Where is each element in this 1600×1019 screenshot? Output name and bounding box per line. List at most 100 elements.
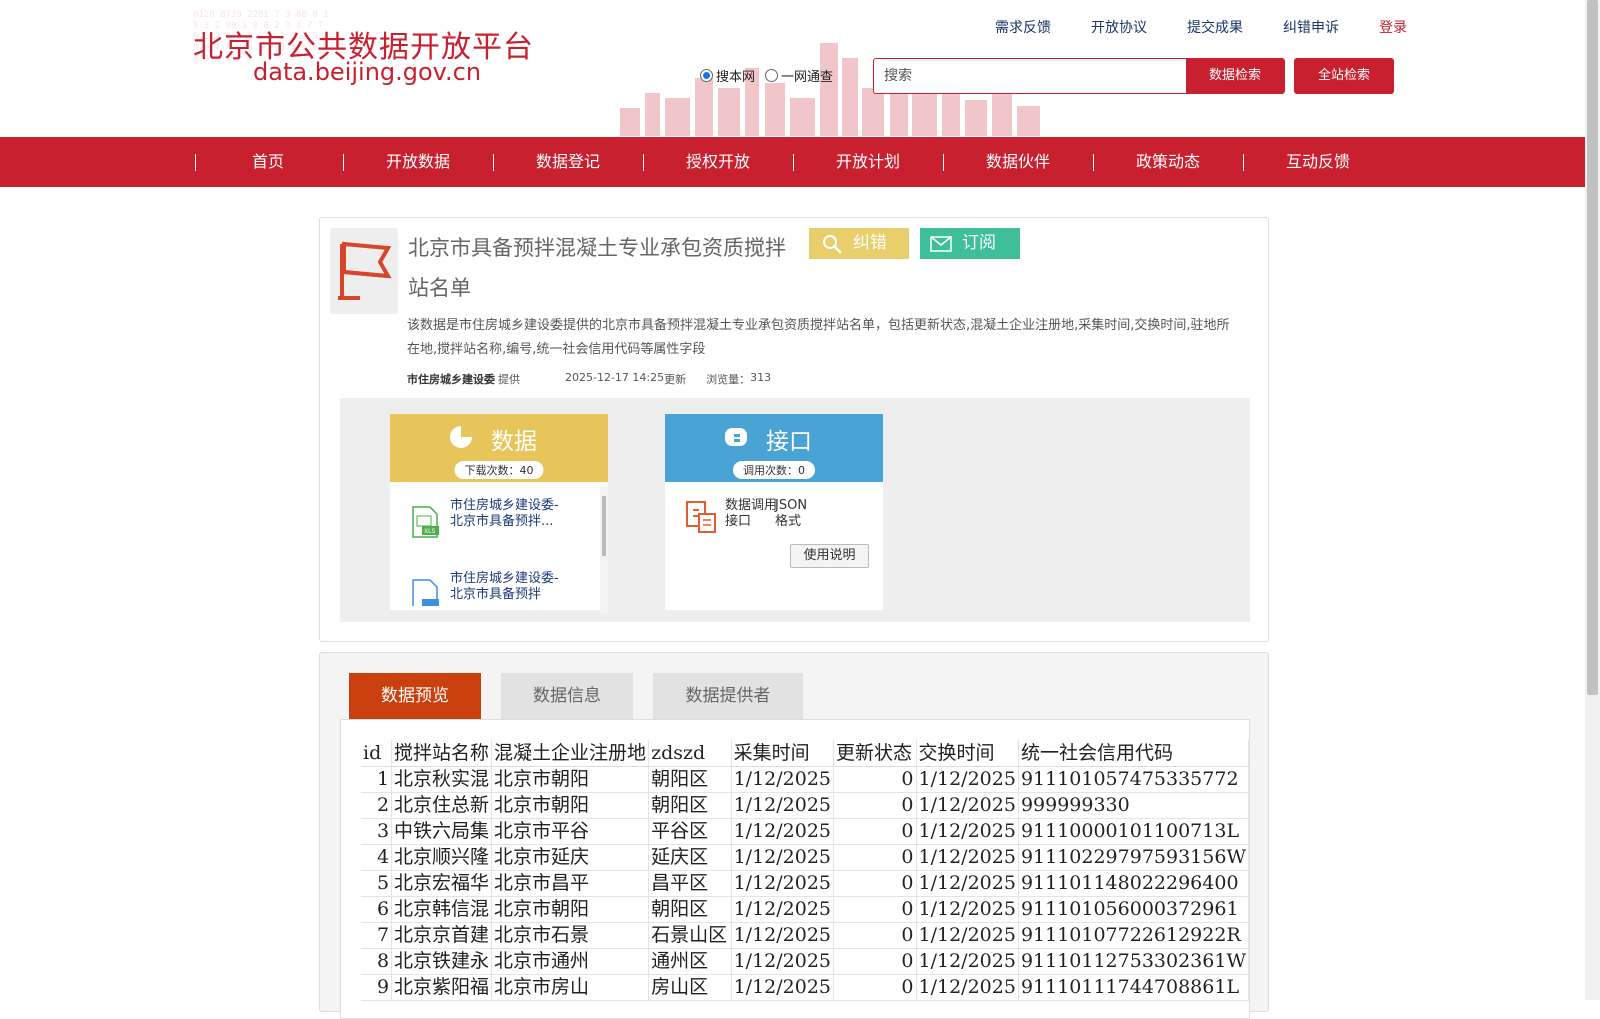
envelope-icon: [930, 236, 952, 252]
table-cell: 1/12/2025: [731, 844, 835, 871]
page-scrollbar[interactable]: [1585, 0, 1600, 1000]
download-count: 下载次数：40: [454, 461, 544, 479]
table-cell: 911101056000372961: [1018, 896, 1250, 923]
radio-one-network[interactable]: [765, 69, 779, 82]
table-cell: 石景山区: [648, 922, 732, 949]
table-cell: 2: [361, 792, 393, 819]
table-cell: 1/12/2025: [731, 922, 835, 949]
nav-data-partners[interactable]: 数据伙伴: [943, 137, 1093, 187]
table-cell: 1/12/2025: [731, 818, 835, 845]
top-link-agreement[interactable]: 开放协议: [1091, 17, 1147, 37]
views-label: 浏览量：: [706, 373, 751, 386]
table-cell: 北京紫阳福: [391, 974, 493, 1001]
top-link-submit-results[interactable]: 提交成果: [1187, 17, 1243, 37]
table-cell: 1/12/2025: [731, 948, 835, 975]
api-name[interactable]: 数据调用接口: [725, 498, 780, 530]
table-row: 2 北京住总新 北京市朝阳 朝阳区 1/12/2025 0 1/12/2025 999999…: [361, 792, 1250, 819]
table-cell: 北京市房山: [491, 974, 650, 1001]
tab-data-preview[interactable]: 数据预览: [349, 673, 481, 719]
table-cell: 0: [833, 870, 917, 897]
nav-policy-news[interactable]: 政策动态: [1093, 137, 1243, 187]
column-header: 统一社会信用代码: [1018, 740, 1250, 767]
provider-name[interactable]: 市住房城乡建设委: [407, 371, 495, 387]
table-cell: 北京市延庆: [491, 844, 650, 871]
page-scrollbar-thumb[interactable]: [1587, 0, 1598, 695]
login-link[interactable]: 登录: [1379, 17, 1407, 37]
usage-instructions-button[interactable]: 使用说明: [790, 544, 869, 568]
table-cell: 北京市平谷: [491, 818, 650, 845]
table-row: 9 北京紫阳福 北京市房山 房山区 1/12/2025 0 1/12/2025 9111011…: [361, 974, 1250, 1001]
table-cell: 0: [833, 844, 917, 871]
table-cell: 北京市石景: [491, 922, 650, 949]
table-cell: 91110107722612922R: [1018, 922, 1250, 949]
site-logo-domain[interactable]: data.beijing.gov.cn: [253, 58, 481, 86]
table-row: 1 北京秋实混 北京市朝阳 朝阳区 1/12/2025 0 1/12/2025 9111010…: [361, 766, 1250, 793]
table-cell: 1/12/2025: [731, 870, 835, 897]
top-link-appeal[interactable]: 纠错申诉: [1283, 17, 1339, 37]
top-link-feedback[interactable]: 需求反馈: [995, 17, 1051, 37]
tab-data-provider[interactable]: 数据提供者: [653, 673, 803, 719]
main-nav: 首页 开放数据 数据登记 授权开放 开放计划 数据伙伴 政策动态 互动反馈: [0, 137, 1585, 187]
table-cell: 9: [361, 974, 393, 1001]
table-cell: 911101148022296400: [1018, 870, 1250, 897]
table-cell: 1/12/2025: [916, 792, 1019, 819]
table-cell: 通州区: [648, 948, 732, 975]
svg-text:XLS: XLS: [424, 528, 435, 535]
table-cell: 北京市朝阳: [491, 792, 650, 819]
global-search-button[interactable]: 全站检索: [1294, 58, 1394, 94]
file-item-pdf[interactable]: 市住房城乡建设委-北京市具备预拌: [410, 571, 580, 606]
report-error-button[interactable]: 纠错: [809, 228, 909, 259]
subscribe-button[interactable]: 订阅: [920, 228, 1020, 259]
table-cell: 91110112753302361W: [1018, 948, 1250, 975]
nav-home[interactable]: 首页: [193, 137, 343, 187]
data-search-button[interactable]: 数据检索: [1186, 59, 1284, 93]
preview-card: 数据预览 数据信息 数据提供者 id 搅拌站名称 混凝土企业注册地 zdszd …: [319, 652, 1269, 1019]
table-cell: 1/12/2025: [916, 766, 1019, 793]
dataset-card: 北京市具备预拌混凝土专业承包资质搅拌站名单 纠错 订阅 该数据是市住房城乡建设委…: [319, 217, 1269, 642]
table-header-row: id 搅拌站名称 混凝土企业注册地 zdszd 采集时间 更新状态 交换时间 统…: [361, 740, 1250, 767]
table-cell: 999999330: [1018, 792, 1250, 819]
table-cell: 1/12/2025: [916, 948, 1019, 975]
nav-authorized-open[interactable]: 授权开放: [643, 137, 793, 187]
table-cell: 北京秋实混: [391, 766, 493, 793]
table-cell: 朝阳区: [648, 792, 732, 819]
table-cell: 1/12/2025: [916, 844, 1019, 871]
table-cell: 91110000101100713L: [1018, 818, 1250, 845]
nav-data-registration[interactable]: 数据登记: [493, 137, 643, 187]
radio-this-site[interactable]: [700, 69, 713, 82]
table-cell: 北京铁建永: [391, 948, 493, 975]
dataset-meta: 市住房城乡建设委 提供 2025-12-17 14:25 更新 浏览量： 313: [407, 371, 771, 387]
nav-interactive-feedback[interactable]: 互动反馈: [1243, 137, 1393, 187]
table-cell: 1/12/2025: [731, 896, 835, 923]
top-links: 需求反馈 开放协议 提交成果 纠错申诉 登录: [995, 17, 1407, 37]
table-cell: 北京市朝阳: [491, 766, 650, 793]
table-cell: 1/12/2025: [916, 922, 1019, 949]
file-link-xls[interactable]: 市住房城乡建设委-北京市具备预拌...: [450, 498, 570, 530]
update-time: 2025-12-17 14:25: [565, 371, 665, 384]
nav-open-data[interactable]: 开放数据: [343, 137, 493, 187]
nav-open-plan[interactable]: 开放计划: [793, 137, 943, 187]
tab-data-info[interactable]: 数据信息: [501, 673, 633, 719]
table-cell: 1/12/2025: [916, 870, 1019, 897]
table-cell: 1: [361, 766, 393, 793]
column-header: id: [361, 740, 393, 767]
file-link-pdf[interactable]: 市住房城乡建设委-北京市具备预拌: [450, 571, 570, 603]
column-header: zdszd: [648, 740, 732, 767]
api-card-header: 接口 调用次数：0: [665, 414, 883, 482]
table-row: 3 中铁六局集 北京市平谷 平谷区 1/12/2025 0 1/12/2025 9111000…: [361, 818, 1250, 845]
search-input[interactable]: [874, 59, 1184, 93]
table-cell: 0: [833, 818, 917, 845]
file-list-scrollbar[interactable]: [600, 486, 608, 614]
api-document-icon: [686, 501, 716, 533]
table-cell: 0: [833, 896, 917, 923]
subscribe-label: 订阅: [962, 233, 996, 253]
file-item-xls[interactable]: XLS 市住房城乡建设委-北京市具备预拌...: [410, 498, 580, 558]
data-preview-sheet: id 搅拌站名称 混凝土企业注册地 zdszd 采集时间 更新状态 交换时间 统…: [340, 719, 1250, 1019]
table-cell: 北京市朝阳: [491, 896, 650, 923]
table-cell: 中铁六局集: [391, 818, 493, 845]
table-cell: 8: [361, 948, 393, 975]
table-cell: 0: [833, 766, 917, 793]
table-cell: 91110111744708861L: [1018, 974, 1250, 1001]
column-header: 混凝土企业注册地: [491, 740, 650, 767]
table-cell: 朝阳区: [648, 896, 732, 923]
